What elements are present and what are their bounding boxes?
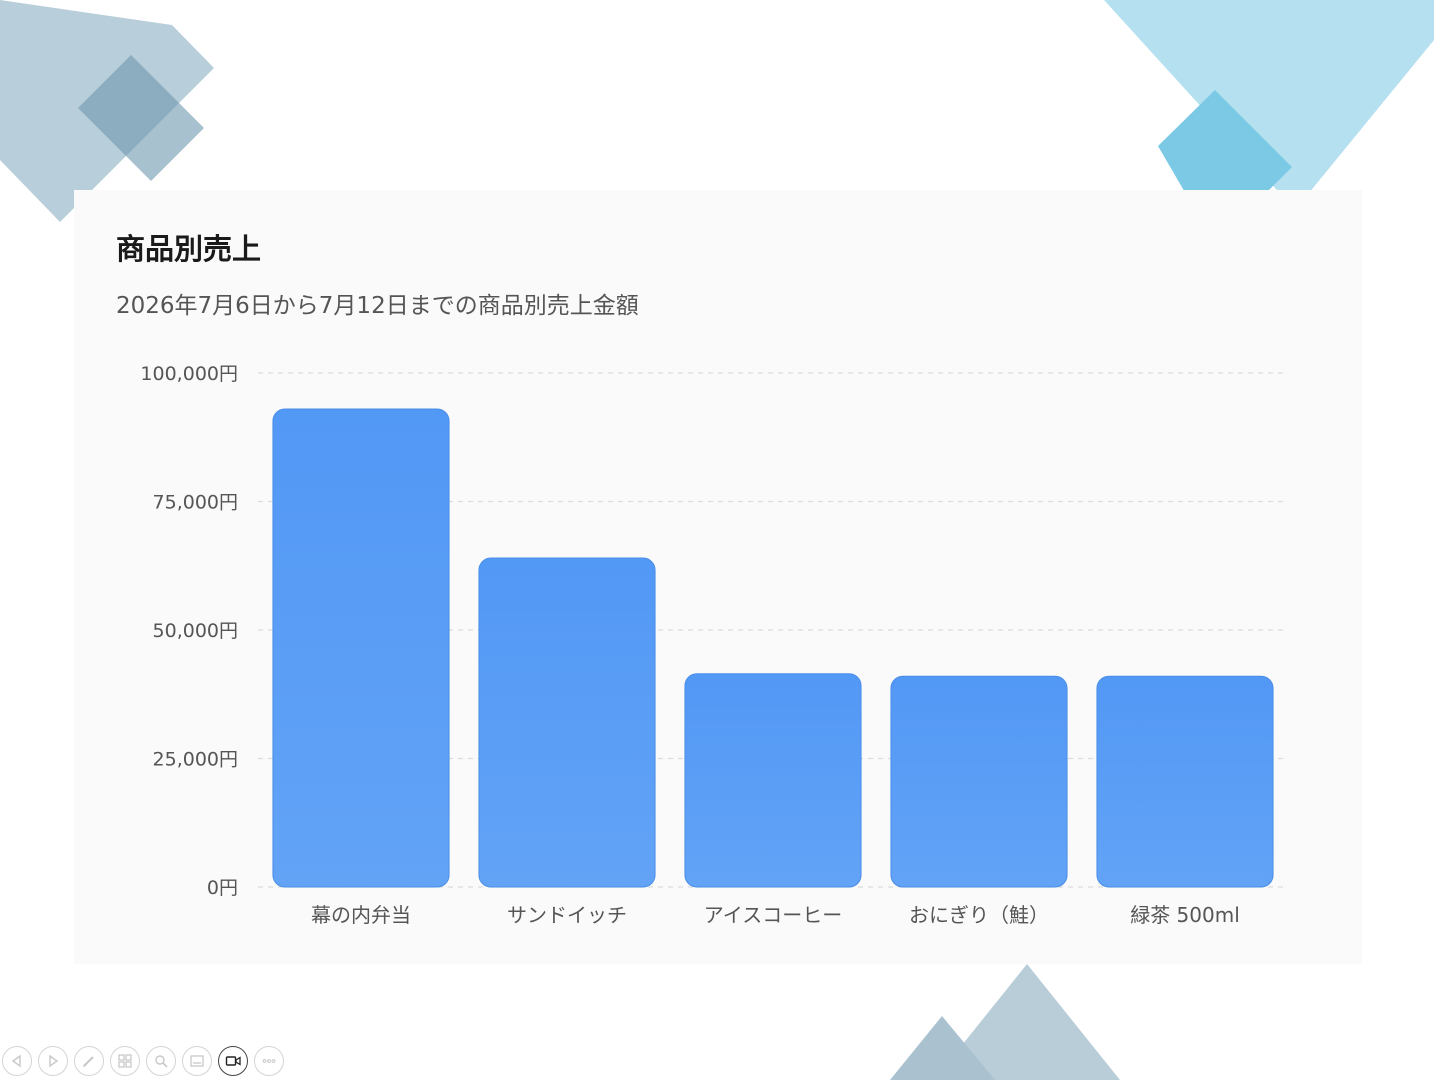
subtitles-button[interactable]: [182, 1046, 212, 1076]
presentation-toolbar: [2, 1044, 284, 1078]
more-options-button[interactable]: [254, 1046, 284, 1076]
bar: [272, 408, 450, 888]
bar-chart: 0円 25,000円 50,000円 75,000円 100,000円 幕の内弁当 サンド…: [140, 363, 1288, 927]
y-tick-label: 100,000円: [140, 363, 238, 385]
next-slide-button[interactable]: [38, 1046, 68, 1076]
pen-icon: [83, 1056, 94, 1067]
x-tick-label: アイスコーヒー: [704, 903, 842, 927]
camera-button[interactable]: [218, 1046, 248, 1076]
bar: [684, 673, 862, 888]
x-axis-ticks: 幕の内弁当 サンドイッチ アイスコーヒー おにぎり（鮭） 緑茶 500ml: [311, 903, 1240, 927]
y-tick-label: 75,000円: [153, 492, 238, 514]
y-tick-label: 50,000円: [153, 620, 238, 642]
triangle-right-icon: [49, 1054, 59, 1068]
zoom-button[interactable]: [146, 1046, 176, 1076]
y-tick-label: 25,000円: [153, 749, 238, 771]
bar: [478, 557, 656, 888]
x-tick-label: おにぎり（鮭）: [909, 903, 1049, 927]
bar: [1096, 675, 1274, 888]
x-tick-label: サンドイッチ: [507, 903, 627, 927]
video-camera-icon: [225, 1056, 241, 1066]
grid-icon: [118, 1054, 132, 1068]
y-tick-label: 0円: [207, 877, 238, 899]
x-tick-label: 幕の内弁当: [311, 903, 411, 927]
y-axis-ticks: 0円 25,000円 50,000円 75,000円 100,000円: [140, 363, 238, 899]
magnifier-icon: [155, 1055, 168, 1068]
pen-button[interactable]: [74, 1046, 104, 1076]
bar: [890, 675, 1068, 888]
more-icon: [262, 1059, 276, 1063]
slides-overview-button[interactable]: [110, 1046, 140, 1076]
x-tick-label: 緑茶 500ml: [1130, 903, 1240, 927]
triangle-left-icon: [11, 1054, 21, 1068]
chart-card: 商品別売上 2026年7月6日から7月12日までの商品別売上金額 0円 25,00…: [74, 190, 1362, 964]
bars: [272, 408, 1274, 888]
previous-slide-button[interactable]: [2, 1046, 32, 1076]
subtitles-icon: [190, 1055, 204, 1067]
